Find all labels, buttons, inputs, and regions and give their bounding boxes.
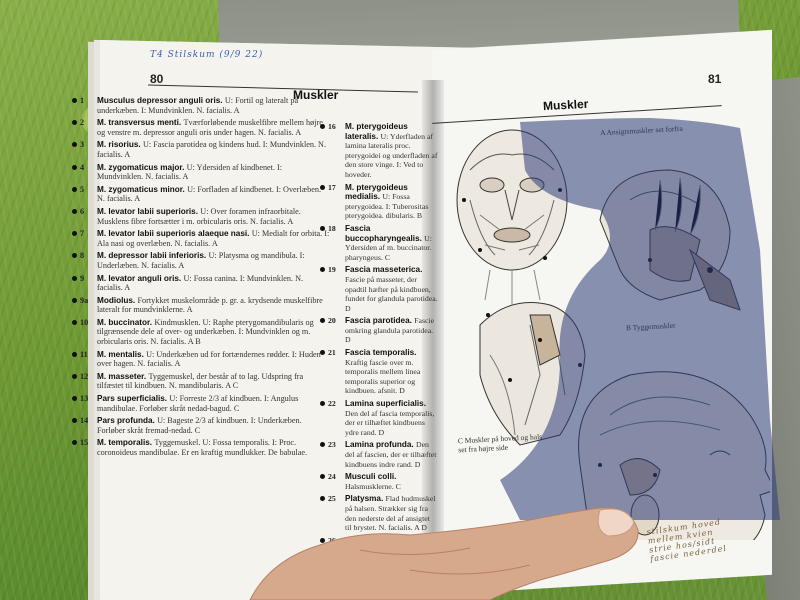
entry-number: 24 xyxy=(328,472,336,482)
entry-18: 18 Fascia buccopharyngealis. U: Ydersiden… xyxy=(320,223,438,262)
left-entries-column: 1 Musculus depressor anguli oris. U: Fort… xyxy=(72,96,330,461)
entry-term: M. zygomaticus minor. xyxy=(97,184,188,194)
entry-description: Den del af fascia temporalis, der er til… xyxy=(345,408,435,437)
entry-term: Fascia parotidea. xyxy=(345,316,415,326)
entry-12: 12 M. masseter. Tyggemuskel, der består a… xyxy=(72,371,330,391)
entry-term: Lamina profunda. xyxy=(345,440,416,450)
entry-term: Musculi colli. xyxy=(345,472,397,482)
pen-mark xyxy=(72,98,77,103)
entry-24: 24 Musculi colli. Halsmusklerne. C xyxy=(320,472,438,491)
entry-term: M. masseter. xyxy=(97,371,149,381)
entry-term: Fascia temporalis. xyxy=(345,348,417,358)
entry-term: M. risorius. xyxy=(97,140,143,150)
entry-number: 17 xyxy=(328,182,336,192)
entry-9a: 9a Modiolus. Fortykket muskelområde p. gr… xyxy=(72,295,330,315)
entry-description: Kraftig fascie over m. temporalis mellem… xyxy=(345,357,421,396)
entry-term: M. transversus menti. xyxy=(97,118,184,128)
entry-number: 5 xyxy=(80,184,85,194)
entry-number: 2 xyxy=(80,118,85,128)
right-page-number: 81 xyxy=(708,72,722,86)
entry-7: 7 M. levator labii superioris alaeque nas… xyxy=(72,229,330,248)
entry-number: 10 xyxy=(80,317,89,327)
entry-term: M. levator anguli oris. xyxy=(97,273,184,283)
entry-number: 11 xyxy=(80,349,88,359)
entry-term: M. temporalis. xyxy=(97,438,155,448)
entry-term: Lamina superficialis. xyxy=(345,399,426,409)
entry-term: Modiolus. xyxy=(97,295,138,305)
neck-side-illustration xyxy=(479,302,586,446)
entry-number: 12 xyxy=(80,371,89,381)
pen-mark xyxy=(72,164,77,170)
entry-6: 6 M. levator labii superioris. U: Over fo… xyxy=(72,206,330,226)
entry-number: 14 xyxy=(80,416,89,426)
entry-number: 3 xyxy=(80,140,85,150)
entry-number: 1 xyxy=(80,96,85,105)
pen-mark xyxy=(72,297,77,303)
pen-mark xyxy=(320,124,325,129)
entry-number: 4 xyxy=(80,162,85,172)
entry-number: 15 xyxy=(80,438,89,448)
entry-number: 7 xyxy=(80,229,85,239)
entry-8: 8 M. depressor labii inferioris. U: Platy… xyxy=(72,251,330,270)
entry-number: 22 xyxy=(328,399,336,409)
pen-mark xyxy=(320,401,325,407)
hand xyxy=(249,507,639,600)
entry-number: 21 xyxy=(328,348,336,358)
pen-mark xyxy=(72,373,77,379)
entry-3: 3 M. risorius. U: Fascia parotidea og kin… xyxy=(72,140,330,159)
entry-11: 11 M. mentalis. U: Underkæben ud for fort… xyxy=(72,349,330,369)
entry-term: M. depressor labii inferioris. xyxy=(97,251,209,261)
entry-number: 6 xyxy=(80,206,85,216)
handwritten-note-top: T4 Stilskum (9/9 22) xyxy=(150,50,264,60)
entry-term: Musculus depressor anguli oris. xyxy=(97,96,225,105)
pen-mark xyxy=(72,208,77,214)
entry-4: 4 M. zygomaticus major. U: Ydersiden af k… xyxy=(72,162,330,182)
entry-term: Fascia masseterica. xyxy=(345,265,423,275)
pen-mark xyxy=(320,184,325,190)
entry-number: 8 xyxy=(80,251,85,261)
entry-17: 17 M. pterygoideus medialis. U: Fossa pte… xyxy=(320,182,438,221)
entry-15: 15 M. temporalis. Tyggemuskel. U: Fossa t… xyxy=(72,438,330,457)
entry-16: 16 M. pterygoideus lateralis. U: Yderflad… xyxy=(320,122,438,180)
entry-number: 9 xyxy=(80,273,85,283)
pen-mark xyxy=(72,275,77,281)
face-front-illustration xyxy=(456,129,568,305)
entry-23: 23 Lamina profunda. Den del af fascien, d… xyxy=(320,440,438,469)
pen-mark xyxy=(320,225,325,231)
entry-number: 20 xyxy=(328,316,336,326)
entry-2: 2 M. transversus menti. Tværforløbende mu… xyxy=(72,118,330,137)
entry-20: 20 Fascia parotidea. Fascie omkring gland… xyxy=(320,316,438,345)
pen-mark xyxy=(72,319,77,325)
skull-jaw-illustration xyxy=(599,169,741,311)
entry-number: 18 xyxy=(328,223,336,233)
entry-19: 19 Fascia masseterica. Fascie på masseter… xyxy=(320,265,438,313)
entry-14: 14 Pars profunda. U: Bageste 2/3 af kindb… xyxy=(72,416,330,435)
entry-term: M. buccinator. xyxy=(97,317,155,327)
entry-number: 13 xyxy=(80,394,89,404)
pen-mark xyxy=(72,186,77,192)
entry-term: M. levator labii superioris. xyxy=(97,206,201,216)
entry-number: 9a xyxy=(80,295,89,305)
entry-13: 13 Pars superficialis. U: Forreste 2/3 af… xyxy=(72,394,330,413)
entry-description: Fascie på masseter, der opadtil hæfter p… xyxy=(345,274,438,313)
entry-number: 16 xyxy=(328,122,336,131)
entry-number: 19 xyxy=(328,265,336,275)
entry-term: Pars profunda. xyxy=(97,416,158,426)
entry-10: 10 M. buccinator. Kindmusklen. U: Raphe p… xyxy=(72,317,330,347)
entry-number: 23 xyxy=(328,440,336,450)
entry-term: M. levator labii superioris alaeque nasi… xyxy=(97,229,252,239)
entry-21: 21 Fascia temporalis. Kraftig fascie over… xyxy=(320,348,438,396)
entry-term: M. mentalis. xyxy=(97,349,147,359)
entry-9: 9 M. levator anguli oris. U: Fossa canina… xyxy=(72,273,330,293)
pen-mark xyxy=(72,351,77,357)
entry-term: Pars superficialis. xyxy=(97,394,170,404)
entry-22: 22 Lamina superficialis. Den del af fasci… xyxy=(320,399,438,437)
entry-term: Fascia buccopharyngealis. xyxy=(345,223,425,243)
anatomy-illustrations xyxy=(456,129,770,540)
entry-1: 1 Musculus depressor anguli oris. U: Fort… xyxy=(72,96,330,115)
entry-term: M. zygomaticus major. xyxy=(97,162,187,172)
pen-mark xyxy=(72,396,77,402)
photo-scene: 80 Muskler T4 Stilskum (9/9 22) 1 Musculu… xyxy=(0,0,800,600)
entry-5: 5 M. zygomaticus minor. U: Forfladen af k… xyxy=(72,184,330,204)
